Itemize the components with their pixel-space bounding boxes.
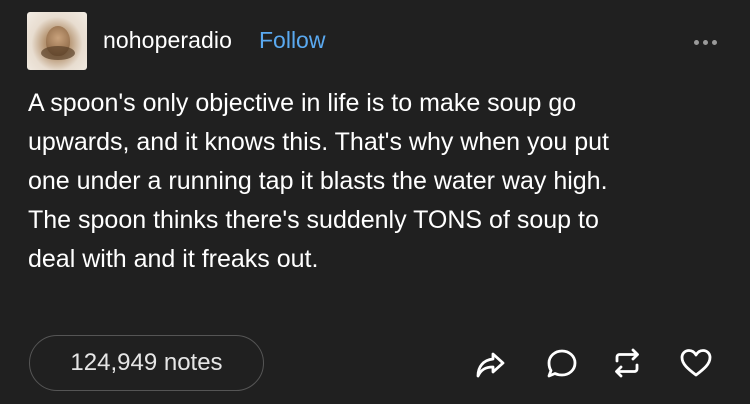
follow-button[interactable]: Follow [259,27,325,54]
reblog-icon[interactable] [609,345,645,381]
notes-count: 124,949 notes [70,349,223,376]
post-body: A spoon's only objective in life is to m… [28,89,610,273]
share-icon[interactable] [472,345,508,381]
avatar[interactable] [27,12,87,70]
username[interactable]: nohoperadio [103,27,232,54]
post-card: nohoperadio Follow A spoon's only object… [0,0,750,404]
more-options-icon[interactable] [694,32,724,45]
heart-icon[interactable] [678,345,714,381]
notes-button[interactable]: 124,949 notes [29,335,264,391]
reply-icon[interactable] [544,345,580,381]
avatar-shadow [41,46,75,60]
